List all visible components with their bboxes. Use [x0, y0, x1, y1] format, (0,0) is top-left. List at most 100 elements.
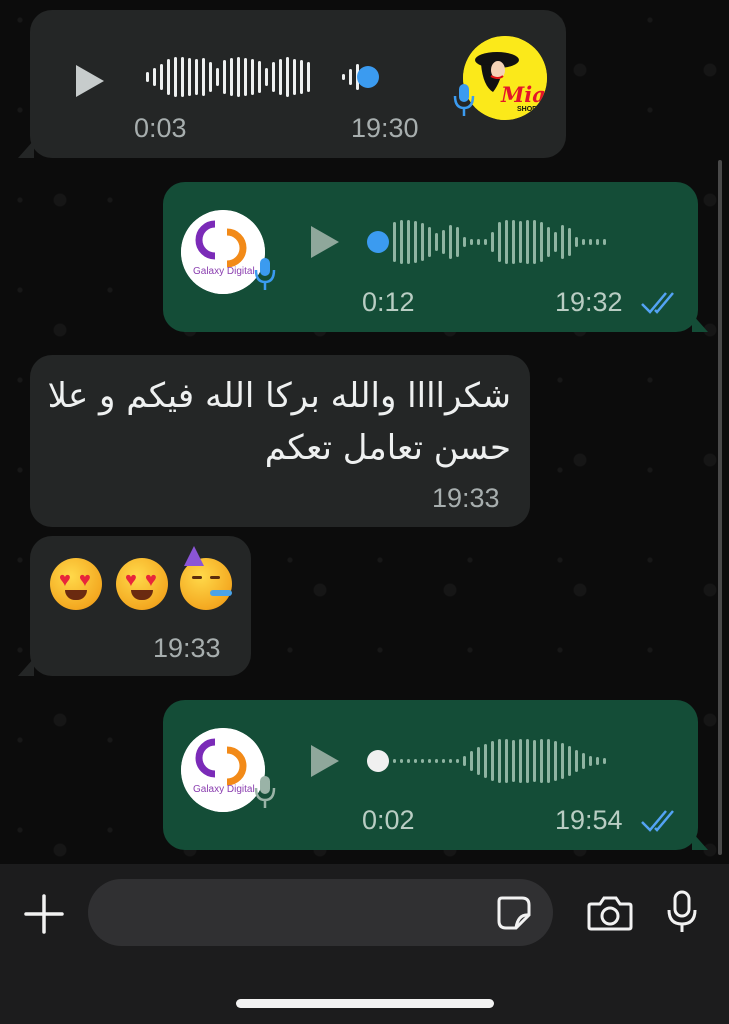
waveform-bar [153, 68, 156, 86]
waveform-bar [498, 222, 501, 262]
waveform-bar [258, 61, 261, 93]
waveform-bar [519, 221, 522, 263]
bubble-tail [18, 140, 34, 158]
playback-position[interactable] [367, 750, 389, 772]
sticker-icon[interactable] [496, 895, 532, 931]
waveform-bar [202, 58, 205, 96]
waveform-bar [428, 227, 431, 257]
waveform-bar [279, 59, 282, 95]
message-time: 19:33 [432, 483, 500, 513]
waveform-bar [456, 227, 459, 257]
message-input[interactable] [88, 879, 553, 946]
waveform-bar [421, 759, 424, 763]
message-time: 19:54 [555, 805, 623, 835]
mic-icon [254, 258, 276, 290]
waveform-bar [174, 57, 177, 97]
heart-eyes-emoji: ♥ ♥ [116, 558, 168, 610]
read-ticks-icon [641, 810, 674, 832]
waveform-bar [209, 62, 212, 92]
voice-waveform[interactable] [393, 736, 610, 786]
waveform-bar [407, 220, 410, 264]
waveform-bar [589, 756, 592, 766]
waveform-bar [400, 759, 403, 763]
scrollbar[interactable] [718, 160, 722, 855]
avatar-logo-sub: SHOP [517, 106, 537, 113]
mic-icon [453, 84, 475, 116]
playback-position[interactable] [357, 66, 379, 88]
waveform-bar [216, 68, 219, 86]
waveform-bar [463, 756, 466, 766]
waveform-bar [484, 239, 487, 245]
waveform-bar [349, 69, 352, 85]
waveform-bar [307, 62, 310, 92]
mic-icon [254, 776, 276, 808]
play-button[interactable] [76, 65, 104, 97]
waveform-bar [477, 239, 480, 245]
waveform-bar [498, 739, 501, 783]
waveform-bar [456, 759, 459, 763]
waveform-bar [582, 753, 585, 769]
waveform-bar [554, 232, 557, 252]
waveform-bar [160, 64, 163, 90]
waveform-bar [477, 747, 480, 775]
sender-avatar: Mia SHOP [463, 36, 547, 120]
avatar-logo-text: Galaxy Digital [193, 784, 255, 795]
sender-avatar: Galaxy Digital [181, 728, 265, 812]
waveform-bar [568, 228, 571, 256]
read-ticks-icon [641, 292, 674, 314]
waveform-bar [470, 751, 473, 771]
waveform-bar [393, 759, 396, 763]
voice-duration: 0:12 [362, 287, 415, 317]
voice-waveform[interactable] [146, 52, 377, 102]
waveform-bar [167, 59, 170, 95]
playback-position[interactable] [367, 231, 389, 253]
waveform-bar [223, 60, 226, 94]
waveform-bar [286, 57, 289, 97]
heart-eyes-emoji: ♥ ♥ [50, 558, 102, 610]
waveform-bar [463, 237, 466, 247]
waveform-bar [181, 57, 184, 97]
waveform-bar [512, 220, 515, 264]
waveform-bar [449, 225, 452, 259]
waveform-bar [526, 739, 529, 783]
outgoing-voice-message[interactable]: Galaxy Digital 0:12 19:32 [163, 182, 698, 332]
avatar-logo-text: Mia [501, 82, 546, 107]
waveform-bar [442, 759, 445, 763]
microphone-icon[interactable] [665, 890, 699, 934]
home-indicator[interactable] [236, 999, 494, 1008]
waveform-bar [407, 759, 410, 763]
waveform-bar [293, 59, 296, 95]
waveform-bar [428, 759, 431, 763]
waveform-bar [526, 220, 529, 264]
waveform-bar [484, 744, 487, 778]
message-time: 19:30 [351, 113, 419, 143]
waveform-bar [589, 239, 592, 245]
waveform-bar [470, 239, 473, 245]
avatar-logo-text: Galaxy Digital [193, 266, 255, 277]
waveform-bar [272, 62, 275, 92]
waveform-bar [533, 740, 536, 782]
incoming-text-message[interactable]: شكراااا والله بركا الله فيكم و علا حسن ت… [30, 355, 530, 527]
outgoing-voice-message[interactable]: Galaxy Digital 0:02 19:54 [163, 700, 698, 850]
play-button[interactable] [311, 226, 339, 258]
incoming-voice-message[interactable]: 0:03 19:30 Mia SHOP [30, 10, 566, 158]
play-button[interactable] [311, 745, 339, 777]
plus-icon[interactable] [24, 894, 64, 934]
waveform-bar [568, 746, 571, 776]
waveform-bar [554, 741, 557, 781]
waveform-bar [237, 57, 240, 97]
waveform-bar [414, 221, 417, 263]
voice-waveform[interactable] [393, 217, 610, 267]
incoming-emoji-message[interactable]: ♥ ♥ ♥ ♥ 19:33 [30, 536, 251, 676]
waveform-bar [540, 222, 543, 262]
camera-icon[interactable] [587, 894, 633, 932]
waveform-bar [491, 232, 494, 252]
message-time: 19:32 [555, 287, 623, 317]
waveform-bar [435, 759, 438, 763]
voice-duration: 0:03 [134, 113, 187, 143]
waveform-bar [265, 68, 268, 86]
waveform-bar [561, 743, 564, 779]
waveform-bar [251, 59, 254, 95]
bubble-tail [692, 832, 708, 850]
waveform-bar [582, 239, 585, 245]
